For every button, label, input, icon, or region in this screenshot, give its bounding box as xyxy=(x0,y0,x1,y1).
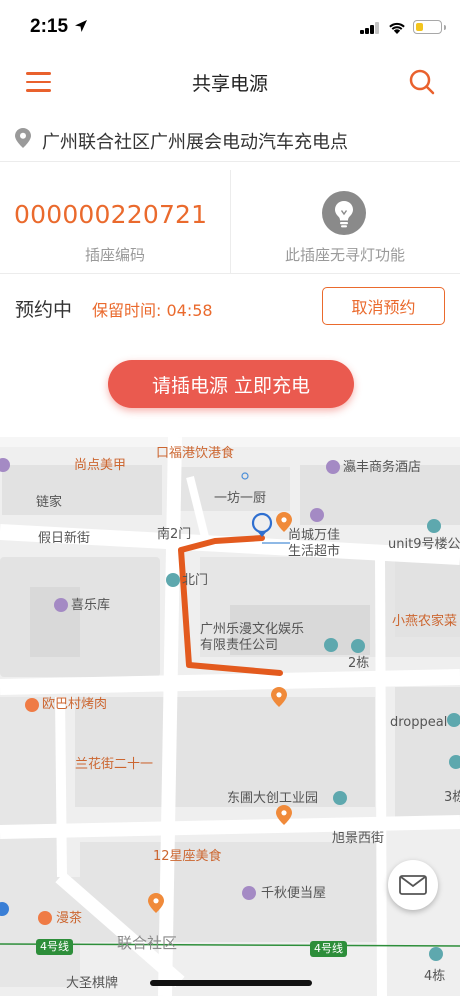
map-label: 12星座美食 xyxy=(153,849,222,864)
shop-icon xyxy=(242,886,256,900)
building-icon xyxy=(333,791,347,805)
map-label: 喜乐库 xyxy=(71,598,111,613)
restaurant-icon xyxy=(38,911,52,925)
map-label: 漫茶 xyxy=(56,911,83,926)
metro-line-badge: 4号线 xyxy=(310,941,347,957)
page-title: 共享电源 xyxy=(191,73,268,95)
building-icon xyxy=(447,713,460,727)
map-label: 瀛丰商务酒店 xyxy=(343,460,422,475)
map-label: 千秋便当屋 xyxy=(261,886,327,901)
map-label: 尚城万佳 生活超市 xyxy=(288,528,341,559)
metro-line-badge: 4号线 xyxy=(36,939,73,955)
building-icon xyxy=(351,639,365,653)
map-label: unit9号楼公 xyxy=(388,537,460,552)
location-arrow-icon xyxy=(75,20,87,32)
map-label: 旭景西街 xyxy=(332,831,385,846)
map-label: 口福港饮港食 xyxy=(156,446,235,461)
map-label: 小燕农家菜 xyxy=(392,614,458,629)
building-icon xyxy=(324,638,338,652)
socket-code: 000000220721 xyxy=(14,200,208,229)
wifi-icon xyxy=(389,22,405,34)
map-label: 联合社区 xyxy=(117,934,178,952)
light-function-label: 此插座无寻灯功能 xyxy=(284,246,405,264)
map-label: 尚点美甲 xyxy=(74,458,127,473)
location-name: 广州联合社区广州展会电动汽车充电点 xyxy=(42,132,348,153)
reservation-row: 预约中 保留时间: 04:58 取消预约 xyxy=(0,274,460,338)
search-icon[interactable] xyxy=(408,68,436,96)
map-label: 3栋 xyxy=(444,790,460,805)
map-pin-icon xyxy=(15,128,31,148)
map-label: 一坊一厨 xyxy=(214,491,267,506)
map-label: 北门 xyxy=(182,573,209,588)
battery-level xyxy=(415,22,423,31)
map-label: 假日新街 xyxy=(38,531,91,546)
map-label: 南2门 xyxy=(157,527,192,542)
map-label: 2栋 xyxy=(348,656,370,671)
building-icon xyxy=(449,755,460,769)
gate-icon xyxy=(166,573,180,587)
map-view[interactable]: 口福港饮港食 尚点美甲 瀛丰商务酒店 链家 一坊一厨 假日新街 南2门 尚城万佳… xyxy=(0,437,460,996)
hotel-icon xyxy=(326,460,340,474)
map-label: 链家 xyxy=(36,495,63,510)
map-label: 欧巴村烤肉 xyxy=(42,697,108,712)
map-label: 东圃大创工业园 xyxy=(227,791,319,806)
socket-code-label: 插座编码 xyxy=(84,246,145,264)
map-label: 兰花街二十一 xyxy=(75,757,154,772)
cell-signal-icon xyxy=(360,22,380,34)
home-indicator xyxy=(150,980,312,986)
building-icon xyxy=(427,519,441,533)
reservation-status: 预约中 xyxy=(15,299,73,321)
message-button[interactable] xyxy=(388,860,438,910)
shop-icon xyxy=(54,598,68,612)
map-label: 广州乐漫文化娱乐 有限责任公司 xyxy=(200,622,305,653)
nav-bar: 共享电源 xyxy=(0,52,460,110)
mail-icon xyxy=(399,875,427,895)
status-time: 2:15 xyxy=(30,16,69,37)
poi-pin-icon[interactable] xyxy=(271,687,287,707)
restaurant-icon xyxy=(25,698,39,712)
light-bulb-icon xyxy=(322,191,366,235)
start-charging-button[interactable]: 请插电源 立即充电 xyxy=(108,360,354,408)
poi-pin-icon[interactable] xyxy=(276,805,292,825)
shop-icon xyxy=(310,508,324,522)
reservation-countdown: 保留时间: 04:58 xyxy=(92,301,213,320)
map-label: 4栋 xyxy=(424,969,446,984)
battery-icon xyxy=(413,20,446,34)
cancel-reservation-button[interactable]: 取消预约 xyxy=(322,287,445,325)
location-row: 广州联合社区广州展会电动汽车充电点 xyxy=(0,116,460,162)
building-icon xyxy=(429,947,443,961)
socket-info-panel: 000000220721 插座编码 此插座无寻灯功能 xyxy=(0,170,460,274)
poi-pin-icon[interactable] xyxy=(148,893,164,913)
map-label: 大圣棋牌 xyxy=(66,976,119,991)
map-label: droppeal xyxy=(390,715,448,730)
status-bar: 2:15 xyxy=(0,0,460,52)
